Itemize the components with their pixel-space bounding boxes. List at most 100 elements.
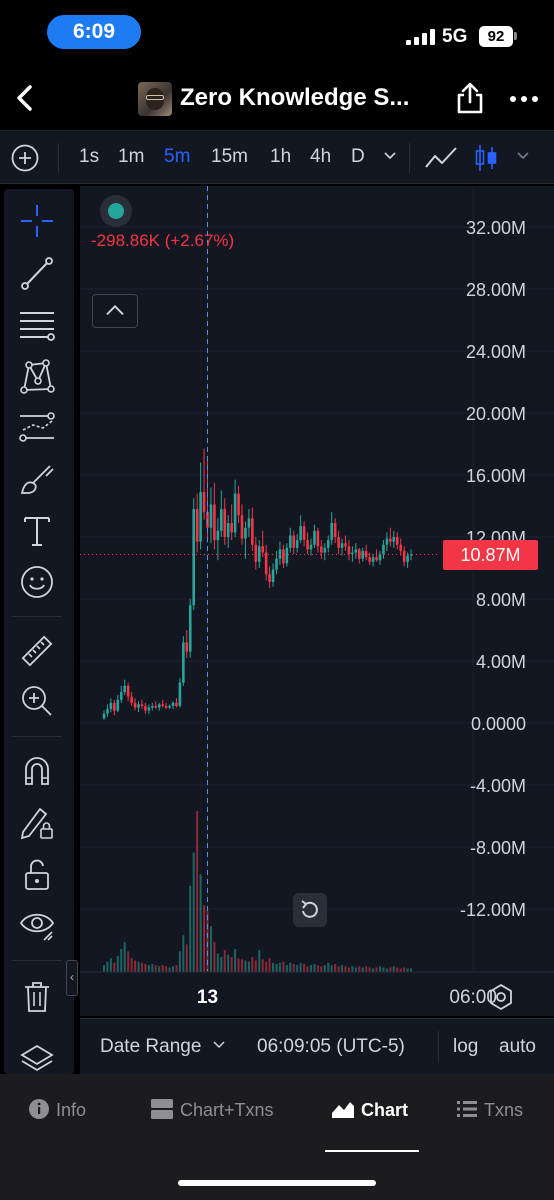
pattern-icon[interactable]: [18, 357, 56, 395]
candle-body: [351, 552, 354, 555]
chart-txns-icon: [151, 1099, 173, 1119]
reset-chart-icon[interactable]: [293, 893, 327, 927]
chart-type-chevron-down-icon[interactable]: [516, 151, 530, 161]
volume-bar: [351, 966, 354, 972]
magnet-icon[interactable]: [18, 752, 56, 790]
toolbar-collapse-handle[interactable]: ‹: [66, 960, 78, 996]
price-chart[interactable]: 32.00M28.00M24.00M20.00M16.00M12.00M8.00…: [80, 186, 554, 1016]
nav-chart-txns[interactable]: Chart+Txns: [150, 1098, 274, 1122]
volume-bar: [292, 963, 295, 972]
interval-4h[interactable]: 4h: [310, 146, 331, 168]
back-arrow-icon[interactable]: [8, 80, 44, 116]
interval-5m[interactable]: 5m: [164, 146, 190, 168]
volume-bar: [337, 966, 340, 972]
volume-bar: [137, 961, 140, 972]
status-time[interactable]: 6:09: [47, 15, 141, 49]
crosshair-icon[interactable]: [18, 202, 56, 240]
candle-body: [292, 535, 296, 548]
candle-body: [295, 540, 299, 548]
candle-body: [161, 704, 164, 706]
volume-bar: [392, 966, 395, 972]
volume-bar: [403, 967, 406, 972]
candle-body: [406, 555, 409, 562]
interval-chevron-down-icon[interactable]: [383, 151, 397, 161]
volume-bar: [220, 957, 223, 972]
info-icon: [29, 1099, 49, 1119]
nav-chart[interactable]: Chart: [331, 1098, 408, 1122]
interval-d[interactable]: D: [351, 146, 365, 168]
chart-area[interactable]: 32.00M 28.00M 24.00M 20.00M 16.00M 12.00M 8.00…: [80, 186, 554, 1016]
volume-bar: [334, 963, 337, 972]
candle-body: [133, 702, 137, 708]
candle-body: [220, 509, 223, 531]
timezone-clock[interactable]: 06:09:05 (UTC-5): [257, 1036, 405, 1058]
chevron-up-icon[interactable]: [92, 294, 138, 328]
unlock-icon[interactable]: [18, 856, 56, 894]
trend-line-icon[interactable]: [18, 254, 56, 292]
volume-bar: [241, 959, 243, 972]
interval-1s[interactable]: 1s: [79, 146, 99, 168]
share-icon[interactable]: [452, 80, 488, 116]
volume-bar: [372, 968, 375, 972]
candle-body: [299, 526, 302, 541]
volume-bar: [161, 965, 164, 972]
line-chart-icon[interactable]: [424, 145, 458, 171]
volume-bar: [365, 966, 368, 972]
candle-body: [254, 544, 258, 562]
candle-body: [175, 702, 178, 706]
volume-bar: [268, 958, 271, 972]
zoom-in-icon[interactable]: [18, 682, 56, 720]
nav-info[interactable]: Info: [28, 1098, 86, 1122]
nav-txns[interactable]: Txns: [456, 1098, 523, 1122]
lock-drawing-icon[interactable]: [18, 804, 56, 842]
candle-body: [244, 527, 247, 539]
candle-body: [385, 538, 389, 545]
candle-body: [102, 713, 106, 719]
candle-body: [223, 509, 227, 537]
interval-1h[interactable]: 1h: [270, 146, 291, 168]
battery-tip: [514, 32, 517, 40]
volume-bar: [223, 950, 226, 972]
candle-body: [309, 544, 313, 550]
volume-bar: [347, 967, 350, 972]
y-axis-tick-label: 32.00M: [466, 218, 526, 238]
interval-15m[interactable]: 15m: [211, 146, 248, 168]
log-scale-toggle[interactable]: log: [453, 1036, 478, 1058]
more-options-icon[interactable]: [506, 90, 542, 108]
candle-body: [337, 537, 340, 548]
status-bar: 6:09 5G 92: [0, 0, 554, 62]
prediction-icon[interactable]: [18, 408, 56, 446]
volume-bar: [330, 965, 333, 972]
candle-body: [240, 515, 244, 539]
candle-body: [382, 544, 385, 555]
y-axis-tick-label: 0.0000: [471, 714, 526, 734]
trash-icon[interactable]: [18, 978, 56, 1016]
volume-bar: [103, 965, 105, 972]
fib-lines-icon[interactable]: [18, 306, 56, 344]
network-type: 5G: [442, 26, 468, 47]
volume-bar: [358, 966, 361, 972]
legend-change: -298.86K (+2.67%): [91, 231, 235, 250]
candlestick-icon[interactable]: [474, 143, 498, 173]
volume-bar: [199, 874, 202, 972]
auto-scale-toggle[interactable]: auto: [499, 1036, 536, 1058]
ruler-icon[interactable]: [18, 632, 56, 670]
volume-bar: [299, 962, 302, 972]
emoji-icon[interactable]: [18, 563, 56, 601]
add-indicator-icon[interactable]: [10, 143, 40, 173]
date-range-button[interactable]: Date Range: [100, 1036, 225, 1058]
interval-1m[interactable]: 1m: [118, 146, 144, 168]
candle-body: [164, 705, 168, 708]
volume-bar: [192, 852, 195, 972]
chart-settings-icon[interactable]: [486, 982, 516, 1012]
eye-icon[interactable]: [18, 906, 56, 944]
page-title: Zero Knowledge S...: [180, 84, 410, 111]
volume-bar: [341, 965, 344, 972]
volume-bar: [182, 935, 185, 972]
brush-icon[interactable]: [18, 460, 56, 498]
volume-bar: [316, 965, 319, 972]
text-icon[interactable]: [18, 512, 56, 550]
volume-bar: [310, 965, 312, 972]
volume-bar: [140, 962, 143, 972]
y-axis-tick-label: 20.00M: [466, 404, 526, 424]
